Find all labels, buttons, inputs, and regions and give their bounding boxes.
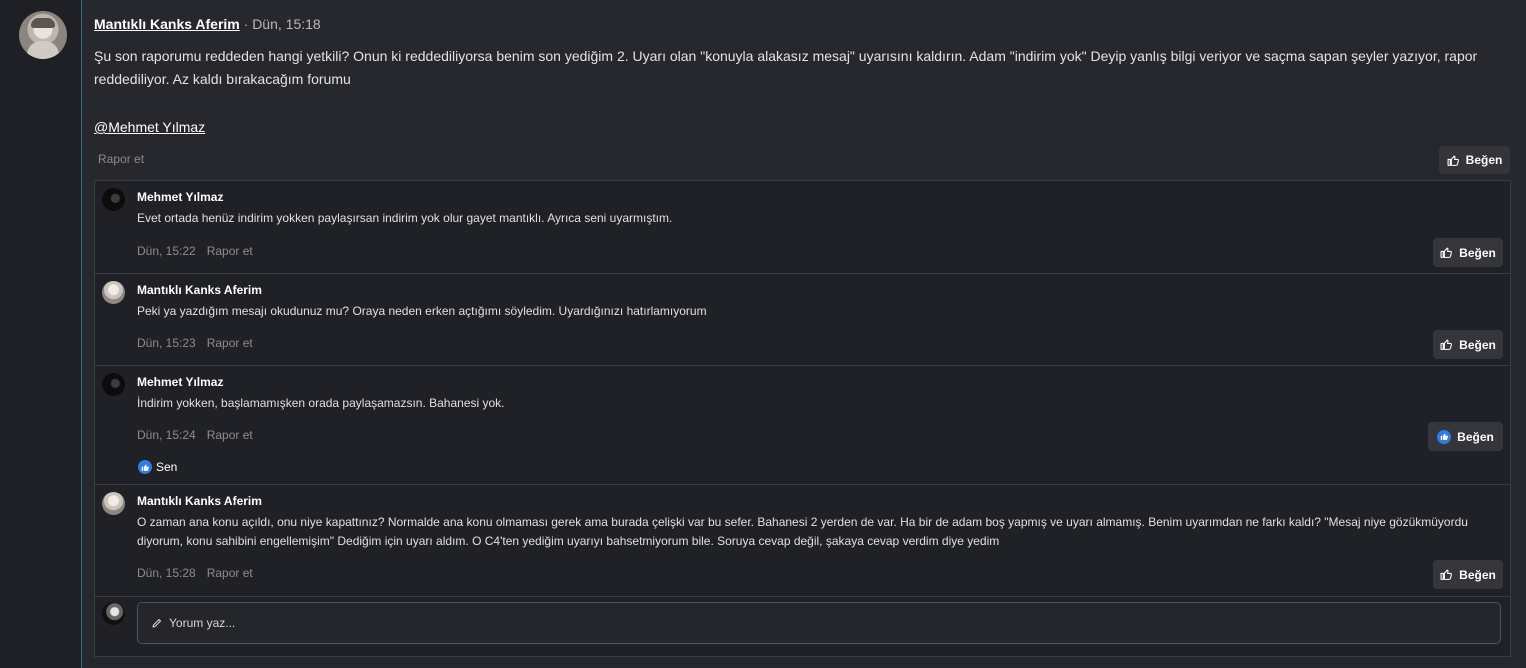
- comment-time[interactable]: Dün, 15:23: [137, 336, 196, 350]
- comment-meta: Dün, 15:22 Rapor et: [137, 244, 253, 258]
- comment-avatar[interactable]: [102, 492, 125, 515]
- current-user-avatar: [102, 602, 125, 625]
- reaction-text: Sen: [156, 460, 178, 474]
- comment-item: Mantıklı Kanks Aferim Peki ya yazdığım m…: [95, 274, 1510, 366]
- comment-avatar[interactable]: [102, 373, 125, 396]
- comment-like-label: Beğen: [1459, 245, 1496, 260]
- comment-author[interactable]: Mehmet Yılmaz: [137, 375, 223, 389]
- comment-report-link[interactable]: Rapor et: [207, 336, 253, 350]
- comment-thread: Mehmet Yılmaz Evet ortada henüz indirim …: [94, 180, 1511, 657]
- comment-like-button[interactable]: Beğen: [1433, 560, 1503, 589]
- comment-meta: Dün, 15:24 Rapor et: [137, 428, 253, 442]
- comment-item: Mehmet Yılmaz İndirim yokken, başlamamış…: [95, 366, 1510, 485]
- post-author-avatar[interactable]: [19, 11, 67, 59]
- comment-compose: Yorum yaz...: [95, 596, 1510, 656]
- comment-like-label: Beğen: [1457, 429, 1494, 444]
- comment-like-label: Beğen: [1459, 567, 1496, 582]
- comment-input-placeholder: Yorum yaz...: [169, 616, 236, 630]
- post-header: Mantıklı Kanks Aferim · Dün, 15:18: [94, 16, 321, 32]
- comment-text: İndirim yokken, başlamamışken orada payl…: [137, 396, 505, 410]
- post-date: · Dün, 15:18: [243, 16, 321, 32]
- comment-like-button[interactable]: Beğen: [1433, 238, 1503, 267]
- reaction-summary[interactable]: Sen: [138, 460, 177, 474]
- comment-author[interactable]: Mehmet Yılmaz: [137, 190, 223, 204]
- comment-text: O zaman ana konu açıldı, onu niye kapatt…: [137, 515, 1468, 548]
- comment-avatar[interactable]: [102, 188, 125, 211]
- mention-link[interactable]: @Mehmet Yılmaz: [94, 119, 205, 135]
- comment-meta: Dün, 15:28 Rapor et: [137, 566, 253, 580]
- comment-report-link[interactable]: Rapor et: [207, 566, 253, 580]
- comment-author[interactable]: Mantıklı Kanks Aferim: [137, 283, 262, 297]
- comment-time[interactable]: Dün, 15:22: [137, 244, 196, 258]
- comment-meta: Dün, 15:23 Rapor et: [137, 336, 253, 350]
- thumbs-up-icon: [1440, 246, 1453, 259]
- left-rail: [0, 0, 82, 668]
- thumbs-up-icon: [1440, 568, 1453, 581]
- comment-text: Peki ya yazdığım mesajı okudunuz mu? Ora…: [137, 304, 707, 318]
- comment-like-button[interactable]: Beğen: [1433, 330, 1503, 359]
- post-body: Şu son raporumu reddeden hangi yetkili? …: [94, 48, 1478, 87]
- comment-time[interactable]: Dün, 15:28: [137, 566, 196, 580]
- comment-time[interactable]: Dün, 15:24: [137, 428, 196, 442]
- thumbs-up-icon: [1440, 338, 1453, 351]
- comment-like-label: Beğen: [1459, 337, 1496, 352]
- comment-report-link[interactable]: Rapor et: [207, 428, 253, 442]
- pencil-icon: [151, 617, 163, 629]
- comment-input[interactable]: Yorum yaz...: [137, 602, 1501, 644]
- report-post-link[interactable]: Rapor et: [98, 152, 144, 166]
- comment-liked-button[interactable]: Beğen: [1428, 422, 1503, 451]
- comment-text: Evet ortada henüz indirim yokken paylaşı…: [137, 211, 673, 225]
- like-post-button[interactable]: Beğen: [1439, 146, 1510, 174]
- comment-avatar[interactable]: [102, 281, 125, 304]
- comment-item: Mantıklı Kanks Aferim O zaman ana konu a…: [95, 485, 1510, 597]
- post-content: Mantıklı Kanks Aferim · Dün, 15:18 Şu so…: [82, 0, 1526, 668]
- post-author-link[interactable]: Mantıklı Kanks Aferim: [94, 16, 240, 32]
- comment-author[interactable]: Mantıklı Kanks Aferim: [137, 494, 262, 508]
- reaction-like-icon: [138, 460, 152, 474]
- thumbs-up-icon: [1447, 154, 1460, 167]
- comment-report-link[interactable]: Rapor et: [207, 244, 253, 258]
- like-post-label: Beğen: [1465, 153, 1503, 167]
- comment-item: Mehmet Yılmaz Evet ortada henüz indirim …: [95, 181, 1510, 274]
- liked-thumbs-up-icon: [1437, 429, 1452, 444]
